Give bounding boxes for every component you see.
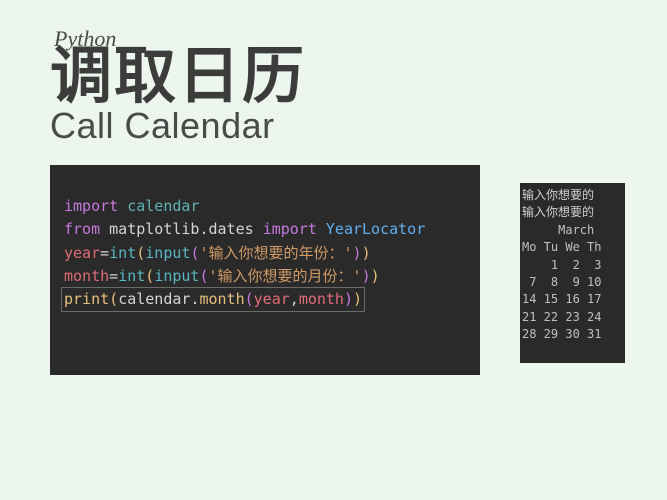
string-year-prompt: '输入你想要的年份：' [199,244,352,262]
active-line: print(calendar.month(year,month)) [61,287,365,312]
title-chinese: 调取日历 [50,44,667,109]
content-row: import calendar from matplotlib.dates im… [50,165,667,375]
builtin-int: int [118,267,145,285]
slide-header: Python 调取日历 Call Calendar [0,0,667,147]
terminal-output-panel: 输入你想要的 输入你想要的 March Mo Tu We Th 1 2 3 7 … [520,183,625,363]
code-editor-panel: import calendar from matplotlib.dates im… [50,165,480,375]
string-month-prompt: '输入你想要的月份：' [209,267,362,285]
class-yearlocator: YearLocator [326,220,425,238]
output-prompt-2: 输入你想要的 [522,205,594,219]
code-block: import calendar from matplotlib.dates im… [64,195,466,311]
obj-calendar: calendar [118,290,190,308]
output-weekdays: Mo Tu We Th [522,240,609,254]
calendar-row: 21 22 23 24 [522,310,609,324]
title-english: Call Calendar [50,105,667,147]
output-prompt-1: 输入你想要的 [522,188,594,202]
builtin-input: input [145,244,190,262]
builtin-print: print [64,290,109,308]
arg-year: year [254,290,290,308]
calendar-row: 7 8 9 10 [522,275,609,289]
module-matplotlib: matplotlib.dates [109,220,254,238]
calendar-row: 1 2 3 [522,258,609,272]
keyword-from: from [64,220,100,238]
method-month: month [199,290,244,308]
builtin-int: int [109,244,136,262]
calendar-row: 28 29 30 31 [522,327,609,341]
var-month: month [64,267,109,285]
module-calendar: calendar [127,197,199,215]
calendar-row: 14 15 16 17 [522,292,609,306]
var-year: year [64,244,100,262]
arg-month: month [299,290,344,308]
keyword-import: import [64,197,118,215]
keyword-import: import [263,220,317,238]
builtin-input: input [154,267,199,285]
output-month-header: March [522,223,601,237]
